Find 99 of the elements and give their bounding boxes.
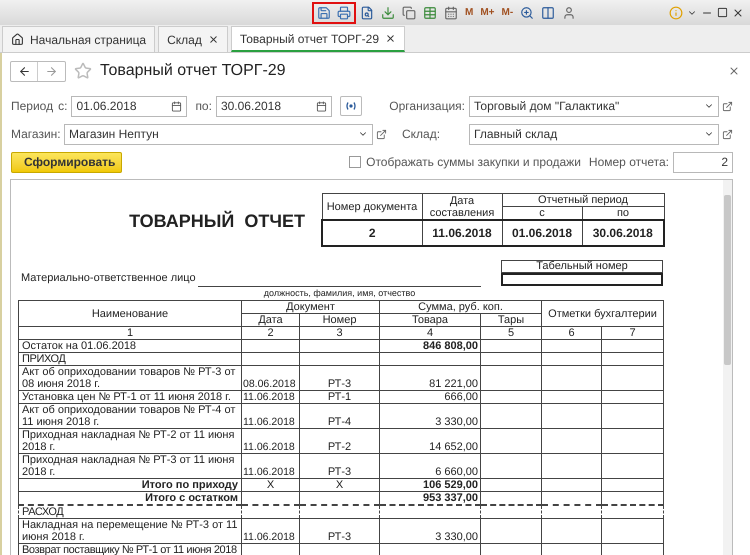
table-header: Дата [242, 314, 300, 326]
to-label: по: [195, 98, 212, 115]
table-cell: 11.06.2018 [242, 404, 300, 428]
arrow-right-icon [45, 64, 58, 78]
star-icon[interactable] [74, 62, 92, 80]
home-icon [11, 33, 24, 46]
table-cell: Итого по приходу [18, 478, 242, 492]
table-header: Наименование [18, 300, 242, 326]
maximize-icon[interactable] [717, 7, 728, 18]
table-cell: Акт об оприходовании товаров № РТ-4 от 11 июня 2018 г. [18, 404, 242, 428]
table-cell: РТ-1 [300, 390, 380, 404]
table-cell: 846 808,00 [380, 340, 481, 352]
warehouse-field[interactable]: Главный склад [469, 124, 719, 144]
table-header: Дата составления [422, 194, 502, 220]
table-cell: 3 330,00 [380, 518, 481, 544]
date-field[interactable]: 30.06.2018 [216, 96, 332, 116]
column-number: 1 [18, 326, 242, 340]
copy-icon[interactable] [400, 4, 418, 22]
table-header: Тары [480, 314, 542, 326]
table-cell: 11.06.2018 [242, 390, 300, 404]
table-cell: 11.06.2018 [242, 518, 300, 544]
column-number: 6 [542, 326, 602, 340]
open-icon[interactable] [722, 128, 733, 140]
warehouse-label: Склад: [402, 126, 442, 143]
window-title: Товарный отчет ТОРГ-29 [100, 61, 286, 81]
table-cell: 11.06.2018 [242, 428, 300, 454]
table-cell: Приходная накладная № РТ-2 от 11 июня 2018 г. [18, 428, 242, 454]
table-cell: 6 660,00 [380, 454, 481, 478]
organization-label: Организация: [389, 98, 465, 115]
tab[interactable]: Склад [158, 26, 228, 52]
close-icon[interactable] [728, 65, 740, 77]
table-header: Товара [380, 314, 481, 326]
table-cell: 666,00 [380, 390, 481, 404]
memory-button[interactable]: M [463, 5, 476, 20]
close-icon[interactable] [208, 34, 219, 45]
personnel-number-label: Табельный номер [501, 260, 663, 273]
generate-button[interactable]: Сформировать [11, 152, 122, 172]
calendar-icon[interactable] [442, 4, 460, 22]
shop-label: Магазин: [11, 126, 62, 143]
table-cell: X [242, 478, 300, 492]
table-cell: 3 330,00 [380, 404, 481, 428]
table-header: Отметки бухгалтерии [542, 300, 664, 326]
date-field[interactable]: 01.06.2018 [71, 96, 188, 116]
table-cell: 106 529,00 [380, 478, 481, 492]
table-cell: Акт об оприходовании товаров № РТ-3 от 08 июня 2018 г. [18, 366, 242, 390]
table-cell: Накладная на перемещение № РТ-3 от 11 июня 2018 г. [18, 518, 242, 544]
table-cell: РТ-3 [300, 518, 380, 544]
arrow-left-icon [18, 64, 30, 78]
tab[interactable]: Товарный отчет ТОРГ-29 [230, 26, 406, 52]
table-cell: Возврат поставщику № РТ-1 от 11 июня 2018 [18, 544, 242, 555]
table-cell: ПРИХОД [18, 352, 242, 366]
open-icon[interactable] [722, 100, 733, 112]
table-cell: 81 221,00 [380, 366, 481, 390]
open-icon[interactable] [376, 128, 387, 140]
calendar-icon[interactable] [316, 100, 327, 112]
table-cell: Остаток на 01.06.2018 [18, 340, 242, 352]
table-cell: РТ-4 [300, 404, 380, 428]
from-label: с: [58, 98, 68, 115]
close-icon[interactable] [732, 6, 744, 18]
column-number: 2 [242, 326, 300, 340]
table-header: Номер документа [322, 194, 422, 220]
tab[interactable]: Начальная страница [2, 26, 156, 52]
shop-field[interactable]: Магазин Нептун [64, 124, 373, 144]
calendar-icon[interactable] [171, 100, 182, 112]
table-cell: X [300, 478, 380, 492]
checkbox[interactable] [349, 156, 362, 168]
scrollbar[interactable] [723, 180, 732, 555]
period-label: Период [11, 98, 54, 115]
column-number: 7 [602, 326, 664, 340]
table-cell: Приходная накладная № РТ-3 от 11 июня 2018 г. [18, 454, 242, 478]
report-number-field[interactable]: 2 [673, 152, 733, 172]
memory-button[interactable]: M- [500, 5, 516, 20]
responsible-label: Материально-ответственное лицо [20, 271, 197, 286]
column-number: 4 [380, 326, 481, 340]
close-icon[interactable] [385, 33, 396, 44]
table-cell: РТ-2 [300, 428, 380, 454]
table-header: Номер [300, 314, 380, 326]
table-cell: РТ-3 [300, 454, 380, 478]
column-number: 3 [300, 326, 380, 340]
show-sums-label: Отображать суммы закупки и продажи [366, 154, 581, 171]
table-header: Отчетный период [502, 194, 664, 206]
report-number-label: Номер отчета: [588, 154, 669, 171]
table-cell: 14 652,00 [380, 428, 481, 454]
table-cell: Итого с остатком [18, 492, 242, 505]
table-cell: 11.06.2018 [242, 454, 300, 478]
table-cell: 08.06.2018 [242, 366, 300, 390]
print-icon[interactable] [335, 4, 353, 22]
table-cell: РТ-3 [300, 366, 380, 390]
table-header: Сумма, руб. коп. [380, 300, 542, 314]
column-number: 5 [480, 326, 542, 340]
radio-waves-icon [344, 101, 357, 111]
table-cell: РАСХОД [18, 505, 242, 518]
period-button[interactable] [340, 96, 362, 116]
memory-button[interactable]: M+ [478, 5, 497, 20]
table-header: Документ [242, 300, 380, 314]
report-title: ТОВАРНЫЙ ОТЧЕТ [129, 210, 305, 232]
table-cell: Установка цен № РТ-1 от 11 июня 2018 г. [18, 390, 242, 404]
responsible-caption: должность, фамилия, имя, отчество [262, 286, 416, 300]
organization-field[interactable]: Торговый дом "Галактика" [469, 96, 719, 116]
